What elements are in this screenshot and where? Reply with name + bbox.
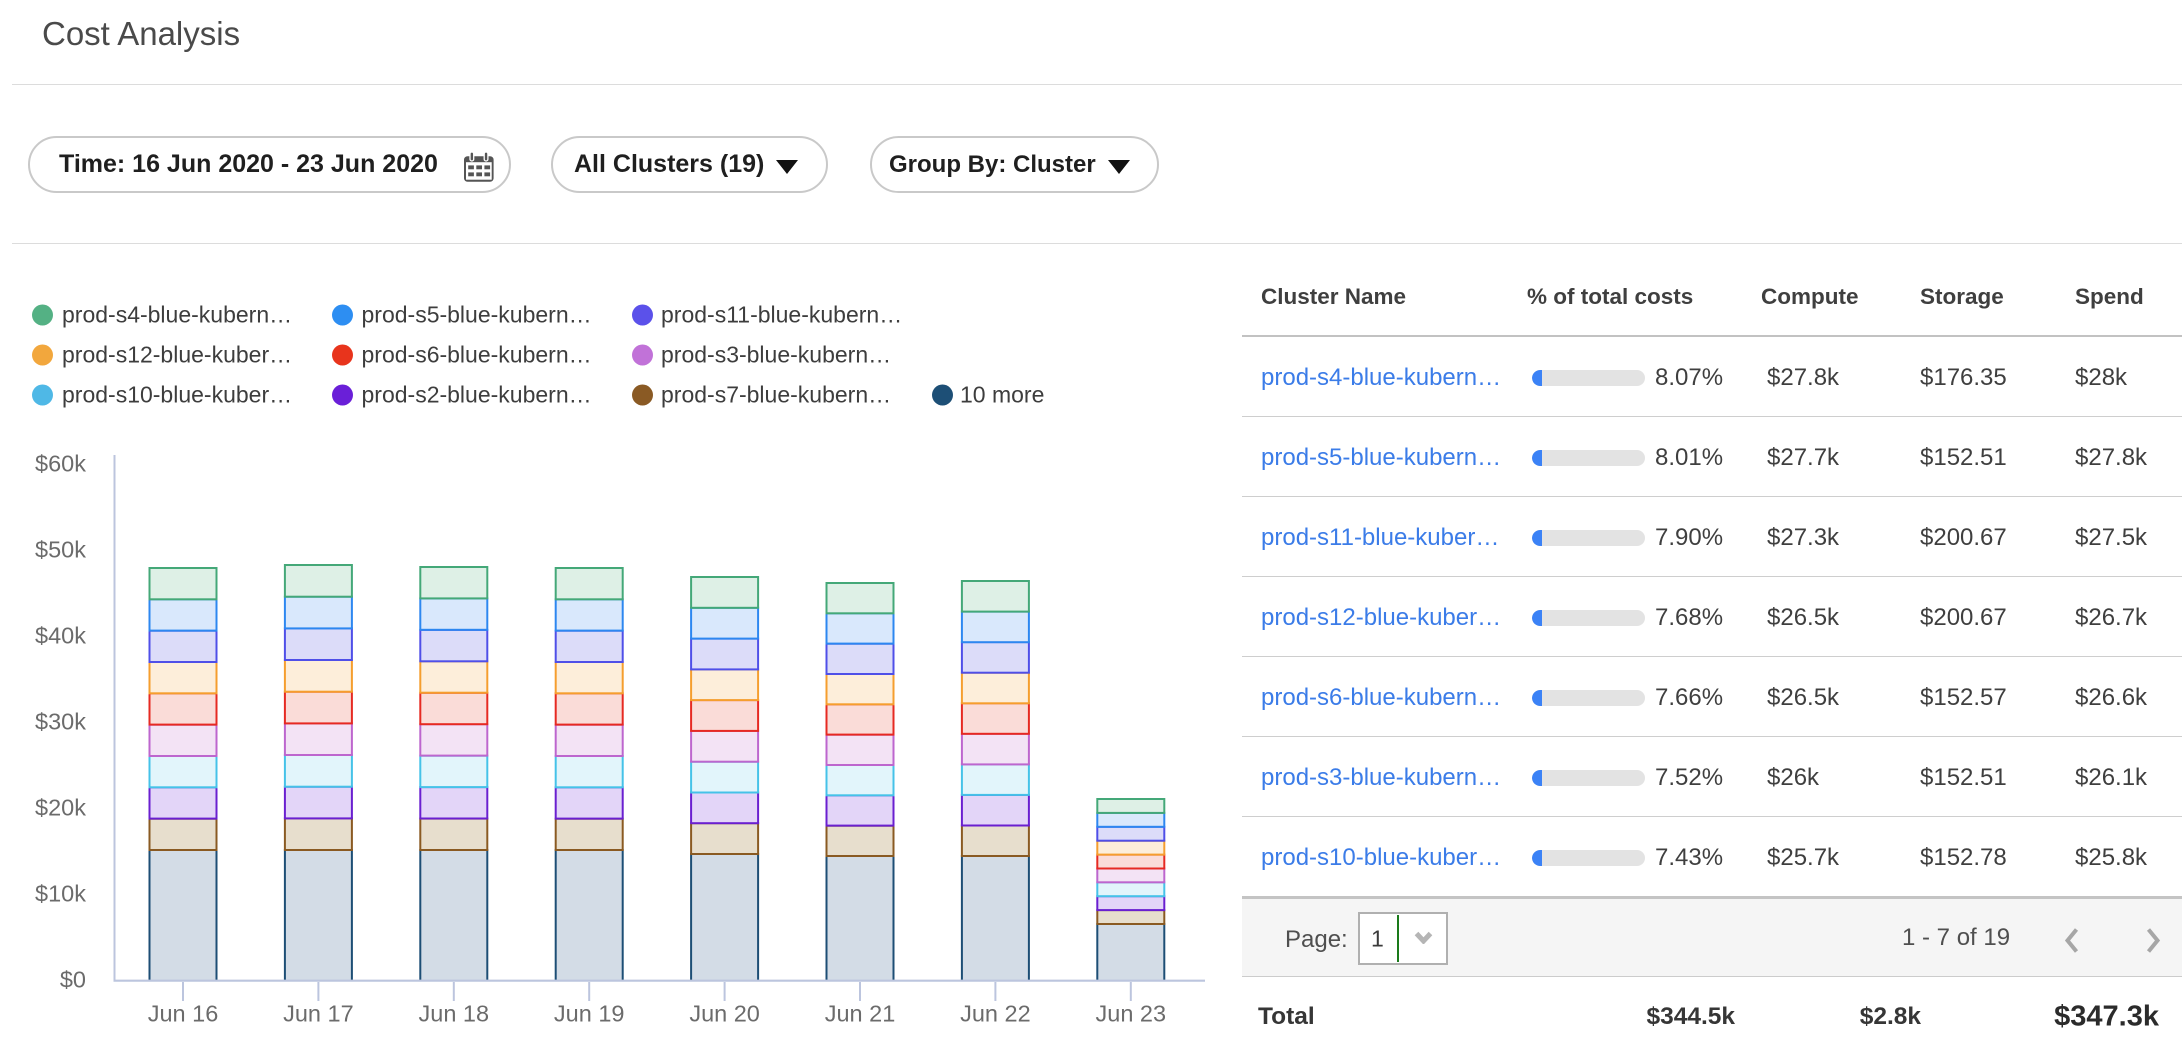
svg-text:Jun 17: Jun 17 [283, 1001, 354, 1027]
svg-text:Jun 16: Jun 16 [148, 1001, 219, 1027]
svg-text:$60k: $60k [35, 451, 86, 477]
svg-text:Jun 18: Jun 18 [419, 1001, 490, 1027]
svg-text:$40k: $40k [35, 623, 86, 649]
svg-text:Jun 21: Jun 21 [825, 1001, 896, 1027]
svg-text:$30k: $30k [35, 709, 86, 735]
svg-text:$10k: $10k [35, 881, 86, 907]
svg-text:$0: $0 [60, 967, 86, 993]
svg-text:Jun 23: Jun 23 [1096, 1001, 1167, 1027]
svg-text:Jun 19: Jun 19 [554, 1001, 625, 1027]
svg-text:$20k: $20k [35, 795, 86, 821]
svg-text:Jun 22: Jun 22 [960, 1001, 1031, 1027]
svg-text:Jun 20: Jun 20 [689, 1001, 760, 1027]
svg-text:$50k: $50k [35, 537, 86, 563]
